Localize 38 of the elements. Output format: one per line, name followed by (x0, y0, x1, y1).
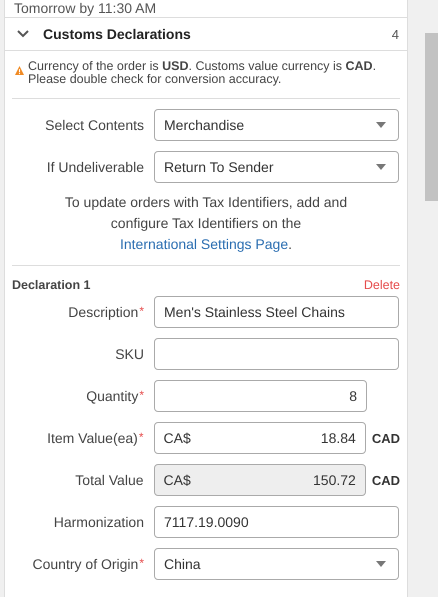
input-field[interactable]: CA$ 18.84 (154, 422, 366, 454)
field-label: Select Contents (44, 117, 145, 133)
field-label: Total Value (74, 472, 145, 488)
input-field[interactable]: 7117.19.0090 (154, 506, 399, 538)
field-label: Quantity* (85, 388, 145, 404)
required-mark: * (139, 388, 144, 402)
info-text: To update orders with Tax Identifiers, add and configure Tax Identifiers on the International Settings Page. (64, 193, 348, 254)
field-label: Item Value(ea)* (46, 430, 145, 446)
required-mark: * (138, 430, 144, 444)
input-field: CA$ 150.72 (154, 464, 366, 496)
scrollbar-thumb[interactable] (425, 33, 438, 201)
section-title: Customs Declarations (43, 26, 192, 42)
currency-code: CAD (372, 472, 400, 488)
delivery-note: Tomorrow by 11:30 AM (5, 0, 407, 18)
warning-icon (15, 66, 24, 75)
input-field[interactable]: 8 (154, 380, 367, 412)
delete-link[interactable]: Delete (364, 278, 400, 292)
dropdown[interactable]: Return To Sender (154, 151, 399, 183)
input-field[interactable] (154, 338, 399, 370)
required-mark: * (139, 304, 144, 318)
section-count: 4 (392, 26, 399, 42)
field-label: Description* (67, 304, 145, 320)
settings-link[interactable]: International Settings Page (120, 236, 288, 252)
currency-code: CAD (372, 430, 400, 446)
warning-text: Currency of the order is USD. Customs value currency is CAD. Please double check for conversion accuracy. (28, 60, 378, 86)
caret-icon (376, 561, 386, 567)
field-label: Country of Origin* (32, 556, 145, 572)
declaration-title: Declaration 1 (12, 278, 91, 292)
field-label: Harmonization (52, 514, 145, 530)
caret-icon (376, 164, 386, 170)
section-header[interactable]: Customs Declarations 4 (5, 18, 407, 51)
caret-icon (376, 122, 386, 128)
field-label: If Undeliverable (46, 159, 145, 175)
input-field[interactable]: Men's Stainless Steel Chains (154, 296, 399, 328)
dropdown[interactable]: Merchandise (154, 109, 399, 141)
required-mark: * (139, 556, 144, 570)
dropdown[interactable]: China (154, 548, 399, 580)
field-label: SKU (114, 346, 145, 362)
